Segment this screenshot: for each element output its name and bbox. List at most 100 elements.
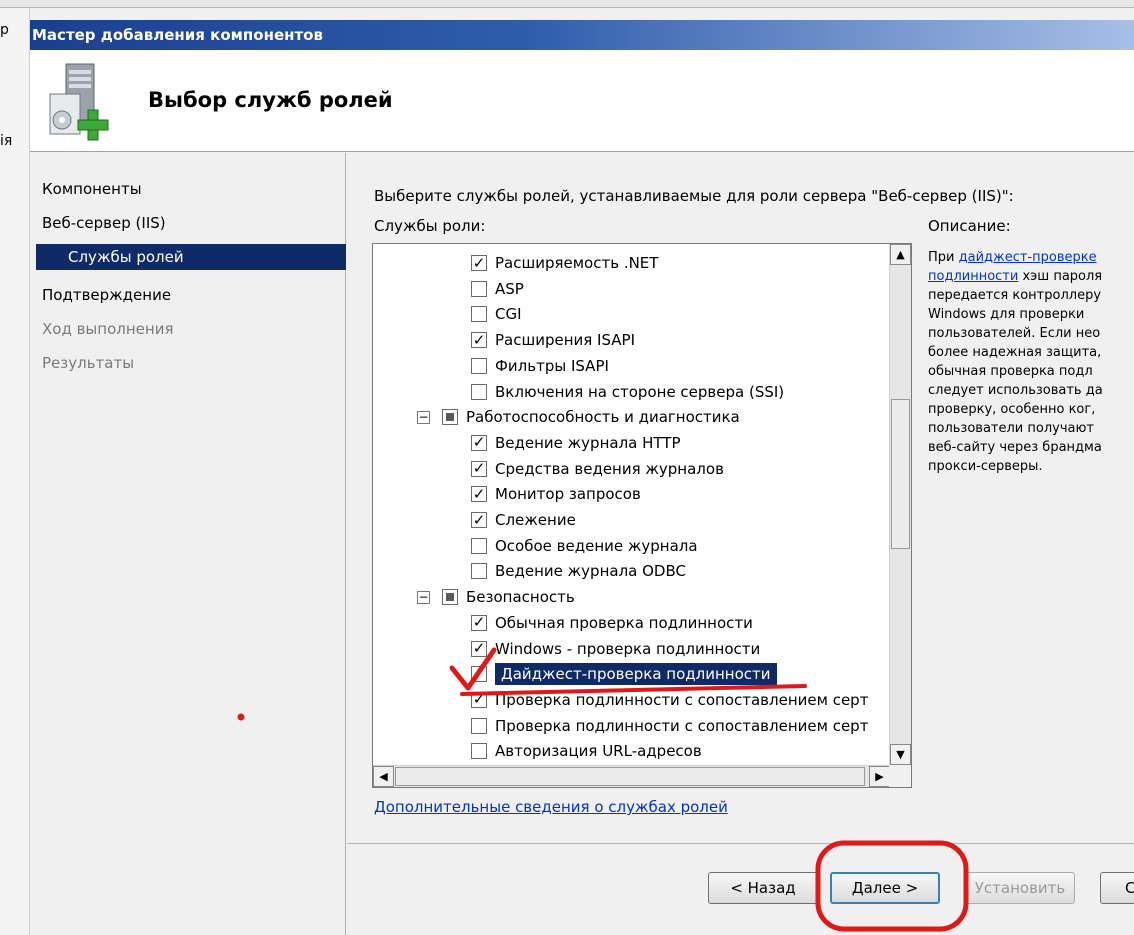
checkbox[interactable]: ✓ (471, 460, 487, 477)
checkbox[interactable] (471, 563, 487, 580)
checkbox[interactable] (471, 383, 487, 400)
checkbox[interactable]: ✓ (471, 691, 487, 708)
back-button[interactable]: < Назад (708, 872, 818, 904)
collapse-icon[interactable]: − (417, 410, 430, 424)
checkbox[interactable]: ✓ (471, 332, 487, 349)
tree-item-label: Расширяемость .NET (495, 254, 659, 272)
vertical-scrollbar[interactable]: ▲ ▼ (889, 244, 911, 765)
service-description: При дайджест-проверке подлинности хэш пар… (928, 248, 1134, 476)
checkbox[interactable]: ✓ (471, 640, 487, 657)
checkbox[interactable] (471, 357, 487, 374)
tree-item-row[interactable]: ✓ Монитор запросов (471, 482, 641, 506)
tree-item-row[interactable]: ✓ Средства ведения журналов (471, 457, 724, 481)
nav-item-role-services[interactable]: Службы ролей (36, 244, 346, 270)
nav-item-progress: Ход выполнения (42, 320, 174, 338)
tree-group-row[interactable]: − Работоспособность и диагностика (417, 405, 740, 429)
scroll-left-arrow-icon[interactable]: ◀ (373, 766, 394, 787)
tree-item-row[interactable]: ✓ Расширяемость .NET (471, 251, 658, 275)
install-button: Установить (965, 872, 1075, 904)
tree-item-row[interactable]: ✓ Слежение (471, 508, 576, 532)
description-link[interactable]: подлинности (928, 269, 1018, 284)
role-services-tree[interactable]: ✓ Расширяемость .NET ASP CGI ✓ Расширения ISA… (372, 243, 912, 788)
wizard-nav: Компоненты Веб-сервер (IIS) Службы ролей… (30, 153, 346, 935)
description-label: Описание: (928, 217, 1011, 235)
tree-item-row[interactable]: ✓ Windows - проверка подлинности (471, 637, 760, 661)
tree-item-row[interactable]: Проверка подлинности с сопоставлением се… (471, 714, 868, 738)
nav-item-confirmation[interactable]: Подтверждение (42, 286, 171, 304)
horizontal-scroll-thumb[interactable] (395, 767, 865, 786)
tree-group-row[interactable]: − Безопасность (417, 585, 575, 609)
instruction-text: Выберите службы ролей, устанавливаемые д… (374, 187, 1014, 205)
tree-item-row[interactable]: ✓ Дайджест-проверка подлинности (471, 662, 777, 686)
tree-item-row[interactable]: Ведение журнала ODBC (471, 559, 686, 583)
checkbox[interactable]: ✓ (471, 512, 487, 528)
window-title: Мастер добавления компонентов (32, 26, 323, 44)
tree-item-row[interactable]: ✓ Ведение журнала HTTP (471, 431, 681, 455)
cancel-button[interactable]: С (1100, 872, 1134, 904)
horizontal-scrollbar[interactable]: ◀ ▶ (373, 765, 890, 787)
scroll-right-arrow-icon[interactable]: ▶ (869, 766, 890, 787)
tree-item-row[interactable]: Включения на стороне сервера (SSI) (471, 380, 784, 404)
tree-item-label: Проверка подлинности с сопоставлением се… (495, 690, 869, 709)
checkbox[interactable] (471, 537, 487, 554)
checkbox[interactable] (442, 409, 458, 426)
checkbox[interactable] (471, 280, 487, 297)
tree-item-label: Особое ведение журнала (495, 536, 698, 555)
tree-item-label: Проверка подлинности с сопоставлением се… (495, 716, 869, 735)
tree-item-row[interactable]: ✓ Расширения ISAPI (471, 328, 635, 352)
vertical-scroll-thumb[interactable] (891, 399, 910, 549)
description-line: следует использовать да (928, 383, 1103, 398)
tree-item-label: Дайджест-проверка подлинности (495, 663, 777, 686)
scroll-down-arrow-icon[interactable]: ▼ (890, 744, 911, 765)
tree-item-label: Расширения ISAPI (495, 331, 636, 350)
tree-item-row[interactable]: ASP (471, 277, 524, 301)
description-line: передается контроллеру (928, 288, 1102, 303)
checkbox[interactable] (471, 743, 487, 760)
tree-item-label: Монитор запросов (495, 485, 641, 504)
tree-item-label: Фильтры ISAPI (495, 356, 609, 375)
checkbox[interactable]: ✓ (471, 486, 487, 503)
background-label-fragment: ія (0, 133, 13, 149)
tree-item-label: Авторизация URL-адресов (495, 742, 702, 761)
tree-item-label: Ведение журнала HTTP (495, 433, 681, 452)
scroll-up-arrow-icon[interactable]: ▲ (890, 244, 911, 265)
description-line: пользователи получают (928, 421, 1094, 436)
tree-item-label: Windows - проверка подлинности (495, 639, 761, 658)
window-title-bar[interactable]: Мастер добавления компонентов (30, 20, 1134, 50)
description-line: прокси-серверы. (928, 459, 1043, 474)
tree-item-row[interactable]: CGI (471, 302, 522, 326)
nav-item-components[interactable]: Компоненты (42, 180, 142, 198)
checkbox[interactable]: ✓ (471, 666, 487, 683)
tree-item-row[interactable]: ✓ Проверка подлинности с сопоставлением с… (471, 688, 868, 712)
description-line: проверку, особенно ког, (928, 402, 1096, 417)
tree-item-label: Ведение журнала ODBC (495, 562, 686, 581)
checkbox[interactable]: ✓ (471, 614, 487, 631)
collapse-icon[interactable]: − (417, 590, 430, 604)
tree-item-label: Безопасность (466, 588, 575, 607)
page-title: Выбор служб ролей (148, 88, 393, 112)
scroll-corner (889, 765, 911, 787)
description-line: Windows для проверки (928, 307, 1085, 322)
tree-item-row[interactable]: Авторизация URL-адресов (471, 739, 702, 763)
checkbox[interactable] (442, 589, 458, 606)
more-info-link[interactable]: Дополнительные сведения о службах ролей (374, 798, 728, 816)
description-line: подлинности хэш пароля (928, 269, 1103, 284)
tree-item-row[interactable]: Фильтры ISAPI (471, 354, 609, 378)
tree-item-label: CGI (495, 305, 522, 324)
tree-item-row[interactable]: Особое ведение журнала (471, 534, 698, 558)
tree-item-row[interactable]: ✓ Обычная проверка подлинности (471, 611, 753, 635)
checkbox[interactable] (471, 717, 487, 734)
checkbox[interactable] (471, 306, 487, 323)
background-window-top (0, 0, 1134, 8)
background-title-fragment: р (0, 22, 9, 38)
nav-item-results: Результаты (42, 354, 135, 372)
nav-item-web-server[interactable]: Веб-сервер (IIS) (42, 214, 166, 232)
tree-item-label: Включения на стороне сервера (SSI) (495, 382, 785, 401)
description-line: При дайджест-проверке (928, 250, 1097, 265)
checkbox[interactable]: ✓ (471, 434, 487, 451)
description-link[interactable]: дайджест-проверке (959, 250, 1097, 265)
description-line: пользователей. Если нео (928, 326, 1101, 341)
checkbox[interactable]: ✓ (471, 255, 487, 271)
next-button[interactable]: Далее > (830, 872, 940, 904)
tree-item-label: Слежение (495, 511, 576, 529)
